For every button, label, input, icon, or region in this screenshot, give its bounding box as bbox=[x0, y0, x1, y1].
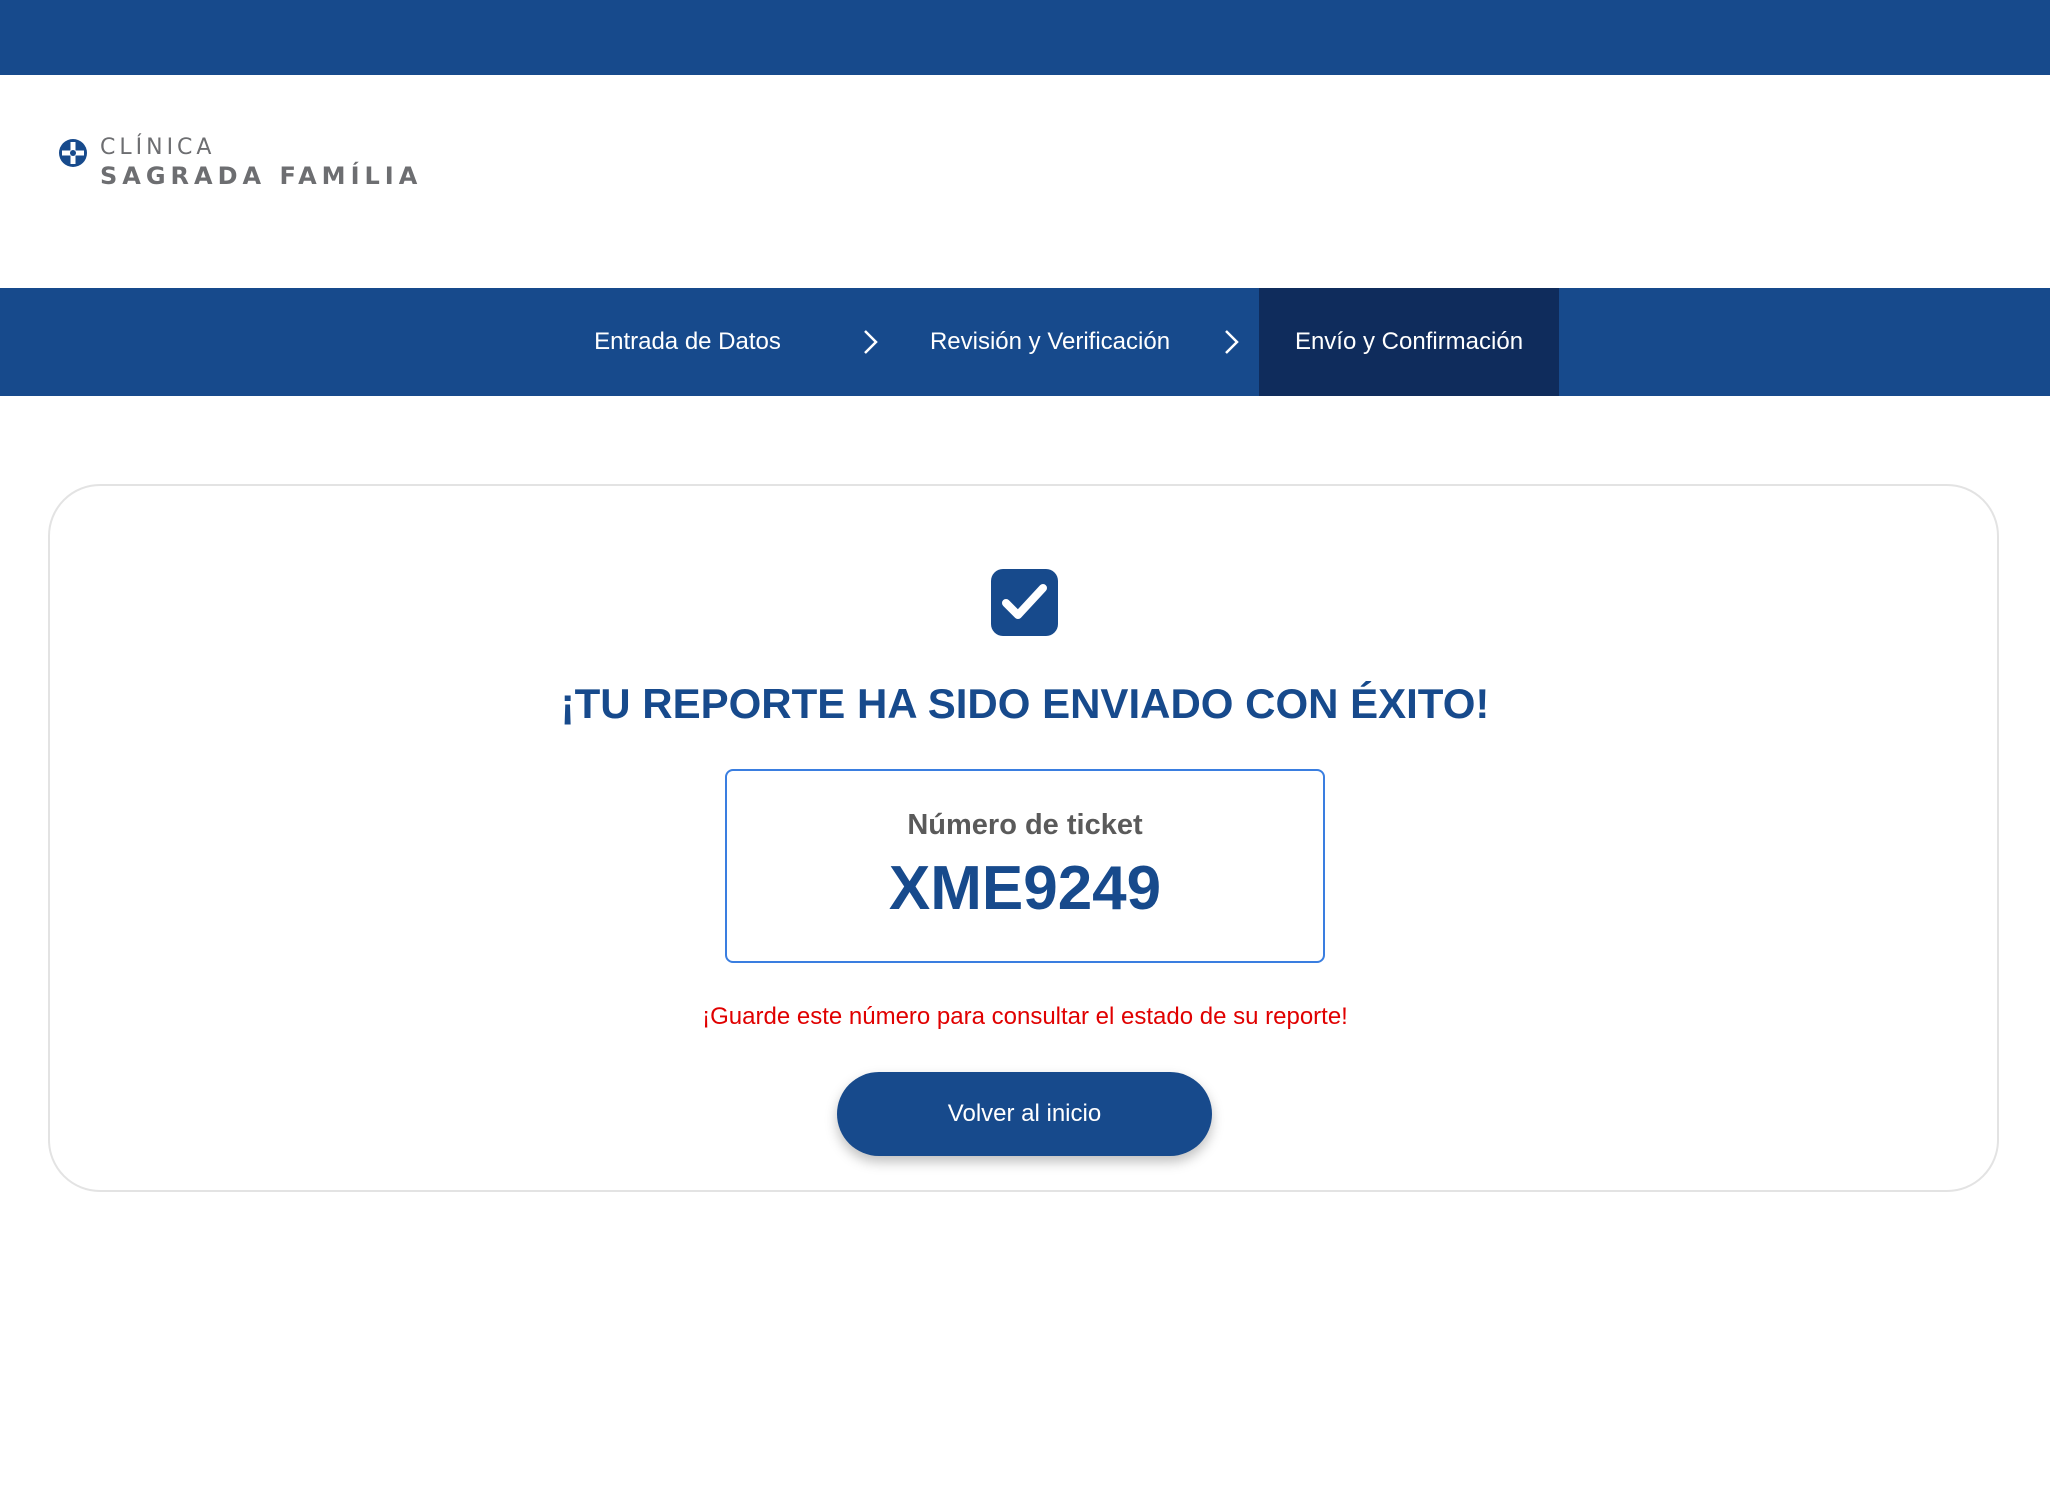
header: CLÍNICA SAGRADA FAMÍLIA bbox=[0, 75, 2050, 288]
ticket-box: Número de ticket XME9249 bbox=[725, 769, 1325, 963]
chevron-right-icon bbox=[1225, 330, 1239, 354]
ticket-label: Número de ticket bbox=[907, 809, 1143, 841]
step-confirmation: Envío y Confirmación bbox=[1259, 288, 1559, 396]
top-bar bbox=[0, 0, 2050, 75]
progress-steps: Entrada de Datos Revisión y Verificación… bbox=[0, 288, 2050, 396]
cross-circle-icon bbox=[59, 139, 87, 167]
step-data-entry: Entrada de Datos bbox=[594, 328, 781, 355]
ticket-number: XME9249 bbox=[888, 854, 1162, 923]
checkmark-icon bbox=[1002, 584, 1047, 619]
logo-text: CLÍNICA SAGRADA FAMÍLIA bbox=[100, 135, 422, 191]
save-number-warning: ¡Guarde este número para consultar el es… bbox=[702, 1003, 1348, 1030]
step-review: Revisión y Verificación bbox=[929, 328, 1171, 355]
back-to-home-button[interactable]: Volver al inicio bbox=[837, 1072, 1212, 1156]
logo-line-2: SAGRADA FAMÍLIA bbox=[100, 162, 423, 190]
checkbox-checked-icon bbox=[991, 569, 1058, 636]
clinic-logo[interactable]: CLÍNICA SAGRADA FAMÍLIA bbox=[58, 135, 422, 191]
success-title: ¡TU REPORTE HA SIDO ENVIADO CON ÉXITO! bbox=[560, 680, 1490, 727]
chevron-right-icon bbox=[864, 330, 878, 354]
logo-line-1: CLÍNICA bbox=[100, 135, 216, 160]
